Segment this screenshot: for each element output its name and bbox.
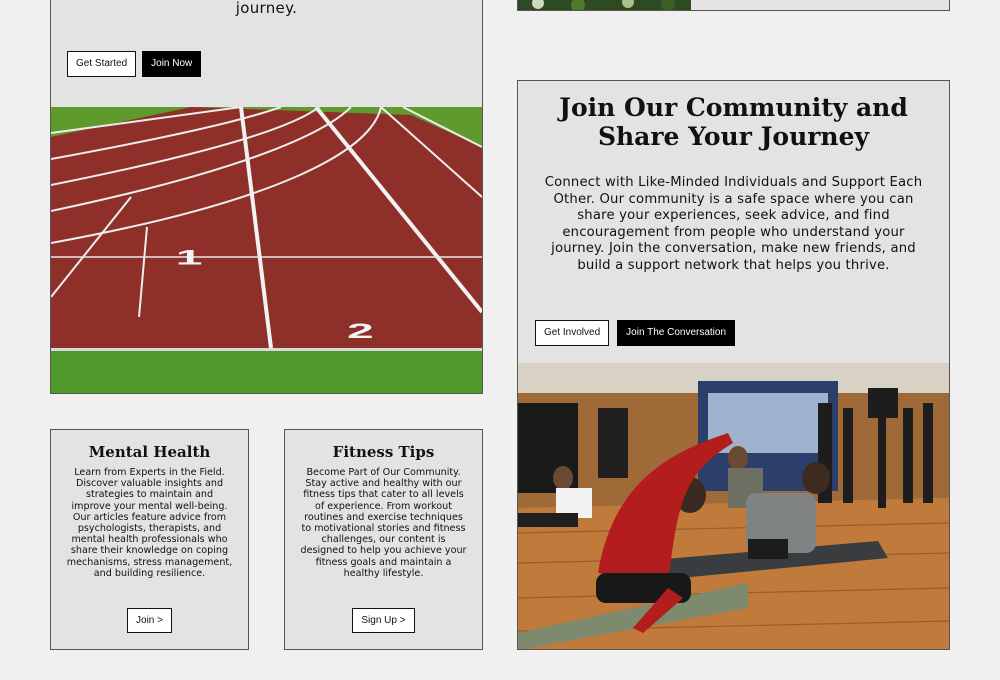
get-started-button[interactable]: Get Started: [67, 51, 137, 77]
fitness-tips-description: Become Part of Our Community. Stay activ…: [300, 467, 467, 579]
hero-text: journey.: [235, 0, 298, 17]
hero-card: journey. Get Started Join Now 1 2: [50, 0, 483, 394]
mental-health-card: Mental Health Learn from Experts in the …: [50, 429, 249, 650]
join-conversation-button[interactable]: Join The Conversation: [617, 320, 736, 346]
lane-number-2: 2: [347, 319, 374, 343]
sign-up-button[interactable]: Sign Up >: [352, 608, 415, 633]
greenery-image: [518, 0, 691, 10]
get-involved-button[interactable]: Get Involved: [535, 320, 610, 346]
mental-health-title: Mental Health: [88, 443, 211, 461]
running-track-image: 1 2: [51, 107, 482, 393]
community-title: Join Our Community and Share Your Journe…: [559, 93, 908, 151]
fitness-tips-card: Fitness Tips Become Part of Our Communit…: [284, 429, 483, 650]
mental-health-description: Learn from Experts in the Field. Discove…: [66, 467, 233, 579]
join-button[interactable]: Join >: [127, 608, 172, 633]
fitness-tips-title: Fitness Tips: [332, 443, 435, 461]
community-description: Connect with Like-Minded Individuals and…: [544, 175, 923, 273]
join-now-button[interactable]: Join Now: [142, 51, 202, 77]
lane-number-1: 1: [176, 245, 203, 269]
community-card: Join Our Community and Share Your Journe…: [517, 80, 950, 650]
group-stretching-image: [518, 363, 949, 649]
top-image-card: [517, 0, 950, 11]
